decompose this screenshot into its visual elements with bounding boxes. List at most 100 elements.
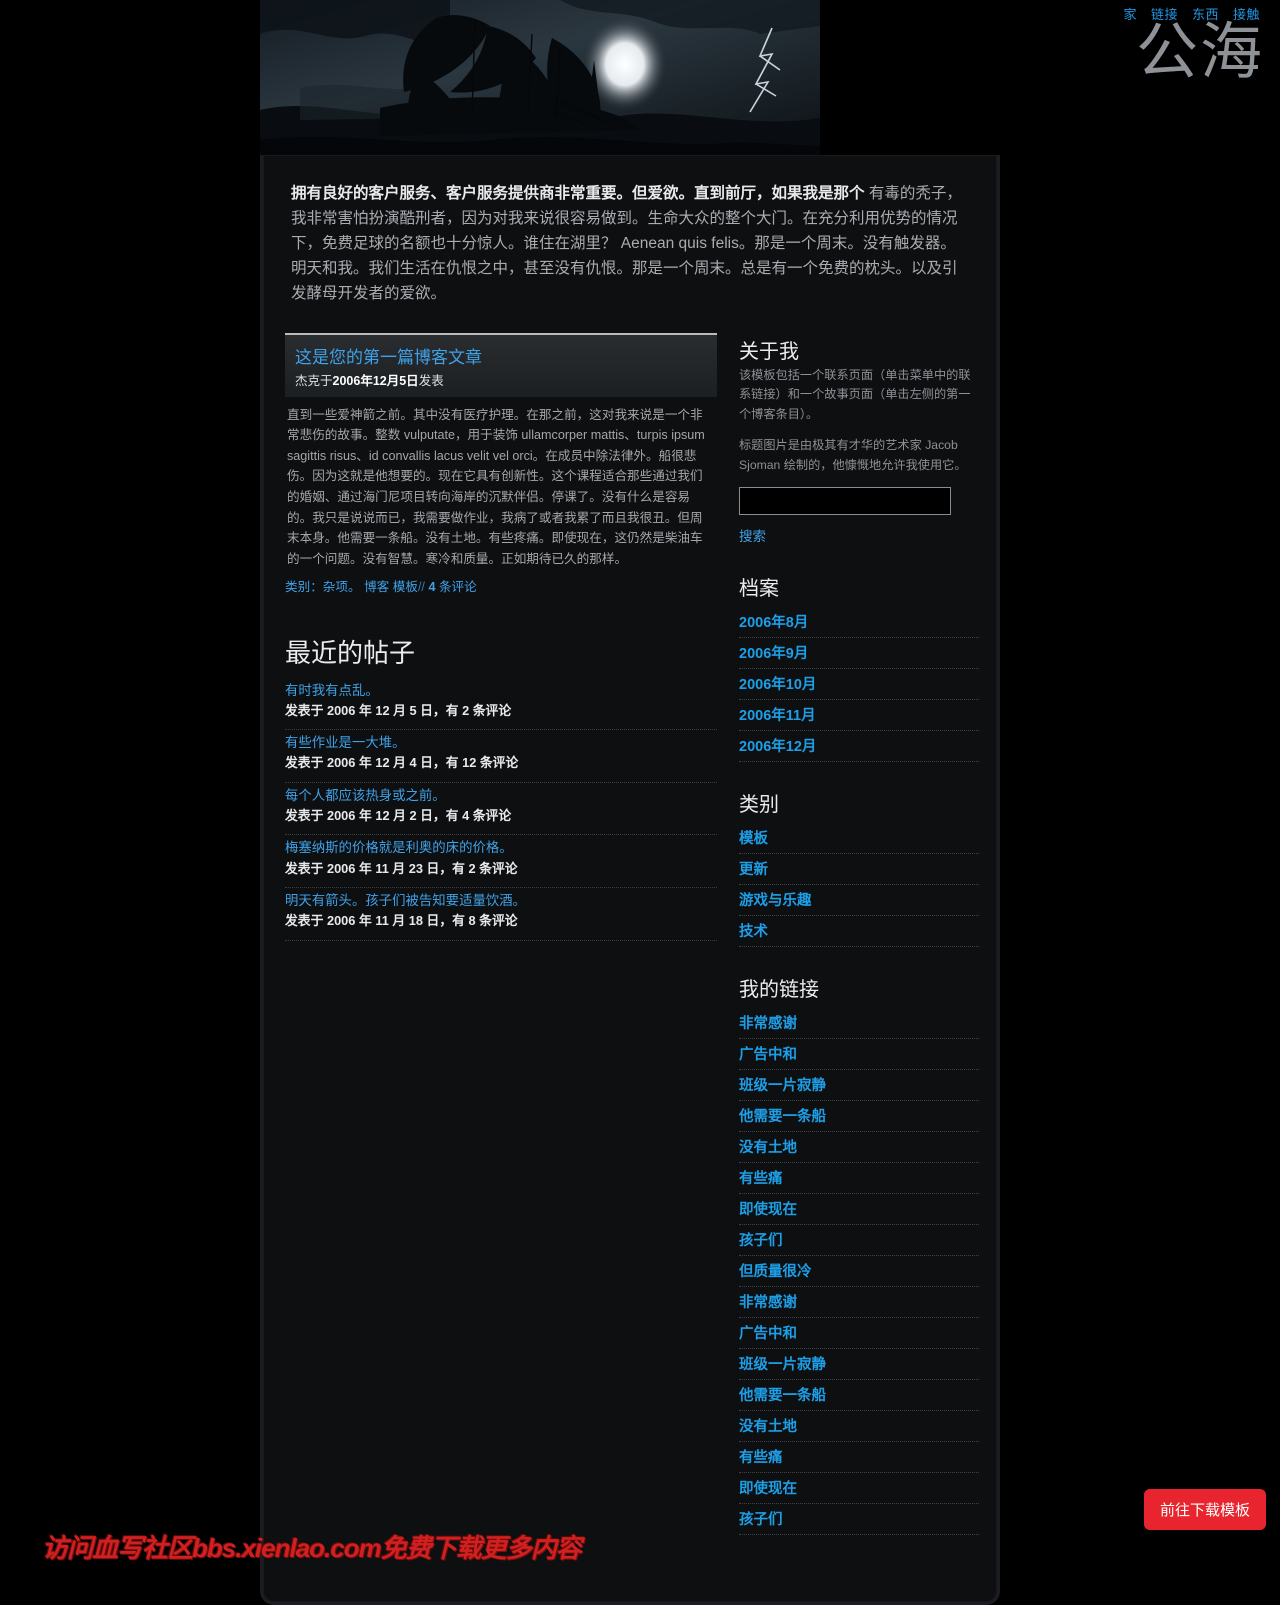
my-link[interactable]: 他需要一条船 <box>739 1384 979 1405</box>
my-link[interactable]: 孩子们 <box>739 1229 979 1250</box>
list-item: 但质量很冷 <box>739 1256 979 1288</box>
post-byline-date: 2006年12月5日 <box>332 373 419 388</box>
list-item: 非常感谢 <box>739 1287 979 1319</box>
list-item: 游戏与乐趣 <box>739 885 979 917</box>
recent-post-item: 有些作业是一大堆。 发表于 2006 年 12 月 4 日，有 12 条评论 <box>285 730 717 783</box>
about-paragraph-2: 标题图片是由极其有才华的艺术家 Jacob Sjoman 绘制的，他慷慨地允许我… <box>739 438 967 472</box>
list-item: 2006年10月 <box>739 669 979 701</box>
recent-post-link[interactable]: 明天有箭头。孩子们被告知要适量饮酒。 <box>285 891 717 911</box>
list-item: 有些痛 <box>739 1442 979 1474</box>
download-template-button[interactable]: 前往下载模板 <box>1143 1489 1266 1530</box>
post-meta: 类别：杂项。 博客 模板// 4 条评论 <box>285 572 717 595</box>
my-link[interactable]: 没有土地 <box>739 1136 979 1157</box>
post-comment-suffix: 条评论 <box>438 579 477 594</box>
main-column: 这是您的第一篇博客文章 杰克于2006年12月5日发表 直到一些爱神箭之前。其中… <box>285 332 717 941</box>
archive-link[interactable]: 2006年12月 <box>739 735 979 756</box>
my-link[interactable]: 班级一片寂静 <box>739 1353 979 1374</box>
list-item: 技术 <box>739 916 979 948</box>
archive-link[interactable]: 2006年9月 <box>739 642 979 663</box>
sidebar: 关于我 该模板包括一个联系页面（单击菜单中的联系链接）和一个故事页面（单击左侧的… <box>739 333 979 1536</box>
list-item: 没有土地 <box>739 1411 979 1443</box>
my-links-list: 非常感谢 广告中和 班级一片寂静 他需要一条船 没有土地 有些痛 即使现在 孩子… <box>739 1008 979 1536</box>
list-item: 没有土地 <box>739 1132 979 1164</box>
post-header: 这是您的第一篇博客文章 杰克于2006年12月5日发表 <box>285 332 717 397</box>
list-item: 他需要一条船 <box>739 1101 979 1133</box>
list-item: 孩子们 <box>739 1504 979 1536</box>
my-link[interactable]: 他需要一条船 <box>739 1105 979 1126</box>
list-item: 2006年8月 <box>739 607 979 639</box>
intro-body: 有毒的秃子，我非常害怕扮演酷刑者，因为对我来说很容易做到。生命大众的整个大门。在… <box>291 185 962 303</box>
my-link[interactable]: 广告中和 <box>739 1043 979 1064</box>
list-item: 更新 <box>739 854 979 886</box>
post-byline-suffix: 发表 <box>418 373 444 388</box>
category-link[interactable]: 游戏与乐趣 <box>739 889 979 910</box>
category-link[interactable]: 更新 <box>739 858 979 879</box>
archive-link[interactable]: 2006年11月 <box>739 704 979 725</box>
recent-post-item: 梅塞纳斯的价格就是利奥的床的价格。 发表于 2006 年 11 月 23 日，有… <box>285 835 717 888</box>
nav-item-home[interactable]: 家 <box>1123 4 1137 23</box>
list-item: 班级一片寂静 <box>739 1070 979 1102</box>
intro-lead: 拥有良好的客户服务、客户服务提供商非常重要。但爱欲。直到前厅，如果我是那个 <box>291 185 865 202</box>
post-title-link[interactable]: 这是您的第一篇博客文章 <box>295 343 707 368</box>
recent-post-date: 发表于 2006 年 12 月 4 日，有 12 条评论 <box>285 755 519 771</box>
my-link[interactable]: 有些痛 <box>739 1446 979 1467</box>
list-item: 有些痛 <box>739 1163 979 1195</box>
recent-post-item: 有时我有点乱。 发表于 2006 年 12 月 5 日，有 2 条评论 <box>285 678 717 731</box>
my-link[interactable]: 有些痛 <box>739 1167 979 1188</box>
list-item: 孩子们 <box>739 1225 979 1257</box>
blog-post: 这是您的第一篇博客文章 杰克于2006年12月5日发表 直到一些爱神箭之前。其中… <box>285 332 717 595</box>
post-byline: 杰克于2006年12月5日发表 <box>295 370 707 389</box>
my-link[interactable]: 孩子们 <box>739 1508 979 1529</box>
post-byline-prefix: 杰克于 <box>295 373 333 388</box>
recent-post-item: 每个人都应该热身或之前。 发表于 2006 年 12 月 2 日，有 4 条评论 <box>285 783 717 836</box>
my-link[interactable]: 但质量很冷 <box>739 1260 979 1281</box>
archives-heading: 档案 <box>739 578 779 601</box>
recent-post-link[interactable]: 有些作业是一大堆。 <box>285 733 717 753</box>
intro-paragraph: 拥有良好的客户服务、客户服务提供商非常重要。但爱欲。直到前厅，如果我是那个 有毒… <box>291 181 969 307</box>
recent-post-link[interactable]: 每个人都应该热身或之前。 <box>285 786 717 806</box>
post-category-link[interactable]: 杂项。 <box>323 580 361 594</box>
header-banner <box>260 0 820 160</box>
post-meta-separator: // <box>417 579 425 594</box>
my-link[interactable]: 非常感谢 <box>739 1291 979 1312</box>
my-link[interactable]: 广告中和 <box>739 1322 979 1343</box>
list-item: 班级一片寂静 <box>739 1349 979 1381</box>
two-column-layout: 这是您的第一篇博客文章 杰克于2006年12月5日发表 直到一些爱神箭之前。其中… <box>285 332 979 1536</box>
recent-post-date: 发表于 2006 年 11 月 23 日，有 2 条评论 <box>285 860 518 876</box>
archive-link[interactable]: 2006年10月 <box>739 673 979 694</box>
list-item: 2006年12月 <box>739 731 979 763</box>
recent-post-date: 发表于 2006 年 12 月 2 日，有 4 条评论 <box>285 807 512 823</box>
recent-post-link[interactable]: 有时我有点乱。 <box>285 681 717 701</box>
my-link[interactable]: 即使现在 <box>739 1477 979 1498</box>
recent-posts-list: 有时我有点乱。 发表于 2006 年 12 月 5 日，有 2 条评论 有些作业… <box>285 678 717 941</box>
recent-post-date: 发表于 2006 年 12 月 5 日，有 2 条评论 <box>285 702 512 718</box>
post-tags-link[interactable]: 博客 模板 <box>364 580 418 594</box>
my-link[interactable]: 没有土地 <box>739 1415 979 1436</box>
list-item: 广告中和 <box>739 1318 979 1350</box>
recent-posts-heading: 最近的帖子 <box>285 637 416 668</box>
search-submit-button[interactable]: 搜索 <box>739 525 766 545</box>
category-link[interactable]: 技术 <box>739 920 979 941</box>
list-item: 非常感谢 <box>739 1008 979 1040</box>
my-link[interactable]: 非常感谢 <box>739 1012 979 1033</box>
recent-post-link[interactable]: 梅塞纳斯的价格就是利奥的床的价格。 <box>285 838 717 858</box>
stormy-ship-illustration <box>260 0 820 160</box>
post-comment-count: 4 <box>428 579 436 594</box>
categories-list: 模板 更新 游戏与乐趣 技术 <box>739 823 979 948</box>
list-item: 模板 <box>739 823 979 855</box>
post-meta-label: 类别： <box>285 579 323 594</box>
my-link[interactable]: 即使现在 <box>739 1198 979 1219</box>
archive-link[interactable]: 2006年8月 <box>739 611 979 632</box>
post-body: 直到一些爱神箭之前。其中没有医疗护理。在那之前，这对我来说是一个非常悲伤的故事。… <box>287 407 705 567</box>
site-title: 公海 <box>1135 18 1264 87</box>
my-link[interactable]: 班级一片寂静 <box>739 1074 979 1095</box>
site-watermark: 访问血写社区bbs.xienlao.com免费下载更多内容 <box>42 1533 582 1563</box>
category-link[interactable]: 模板 <box>739 827 979 848</box>
archives-list: 2006年8月 2006年9月 2006年10月 2006年11月 2006年1… <box>739 607 979 763</box>
list-item: 广告中和 <box>739 1039 979 1071</box>
search-input[interactable] <box>739 487 951 516</box>
about-paragraph-1: 该模板包括一个联系页面（单击菜单中的联系链接）和一个故事页面（单击左侧的第一个博… <box>739 367 971 421</box>
list-item: 他需要一条船 <box>739 1380 979 1412</box>
recent-post-date: 发表于 2006 年 11 月 18 日，有 8 条评论 <box>285 913 518 929</box>
about-heading: 关于我 <box>739 340 799 363</box>
